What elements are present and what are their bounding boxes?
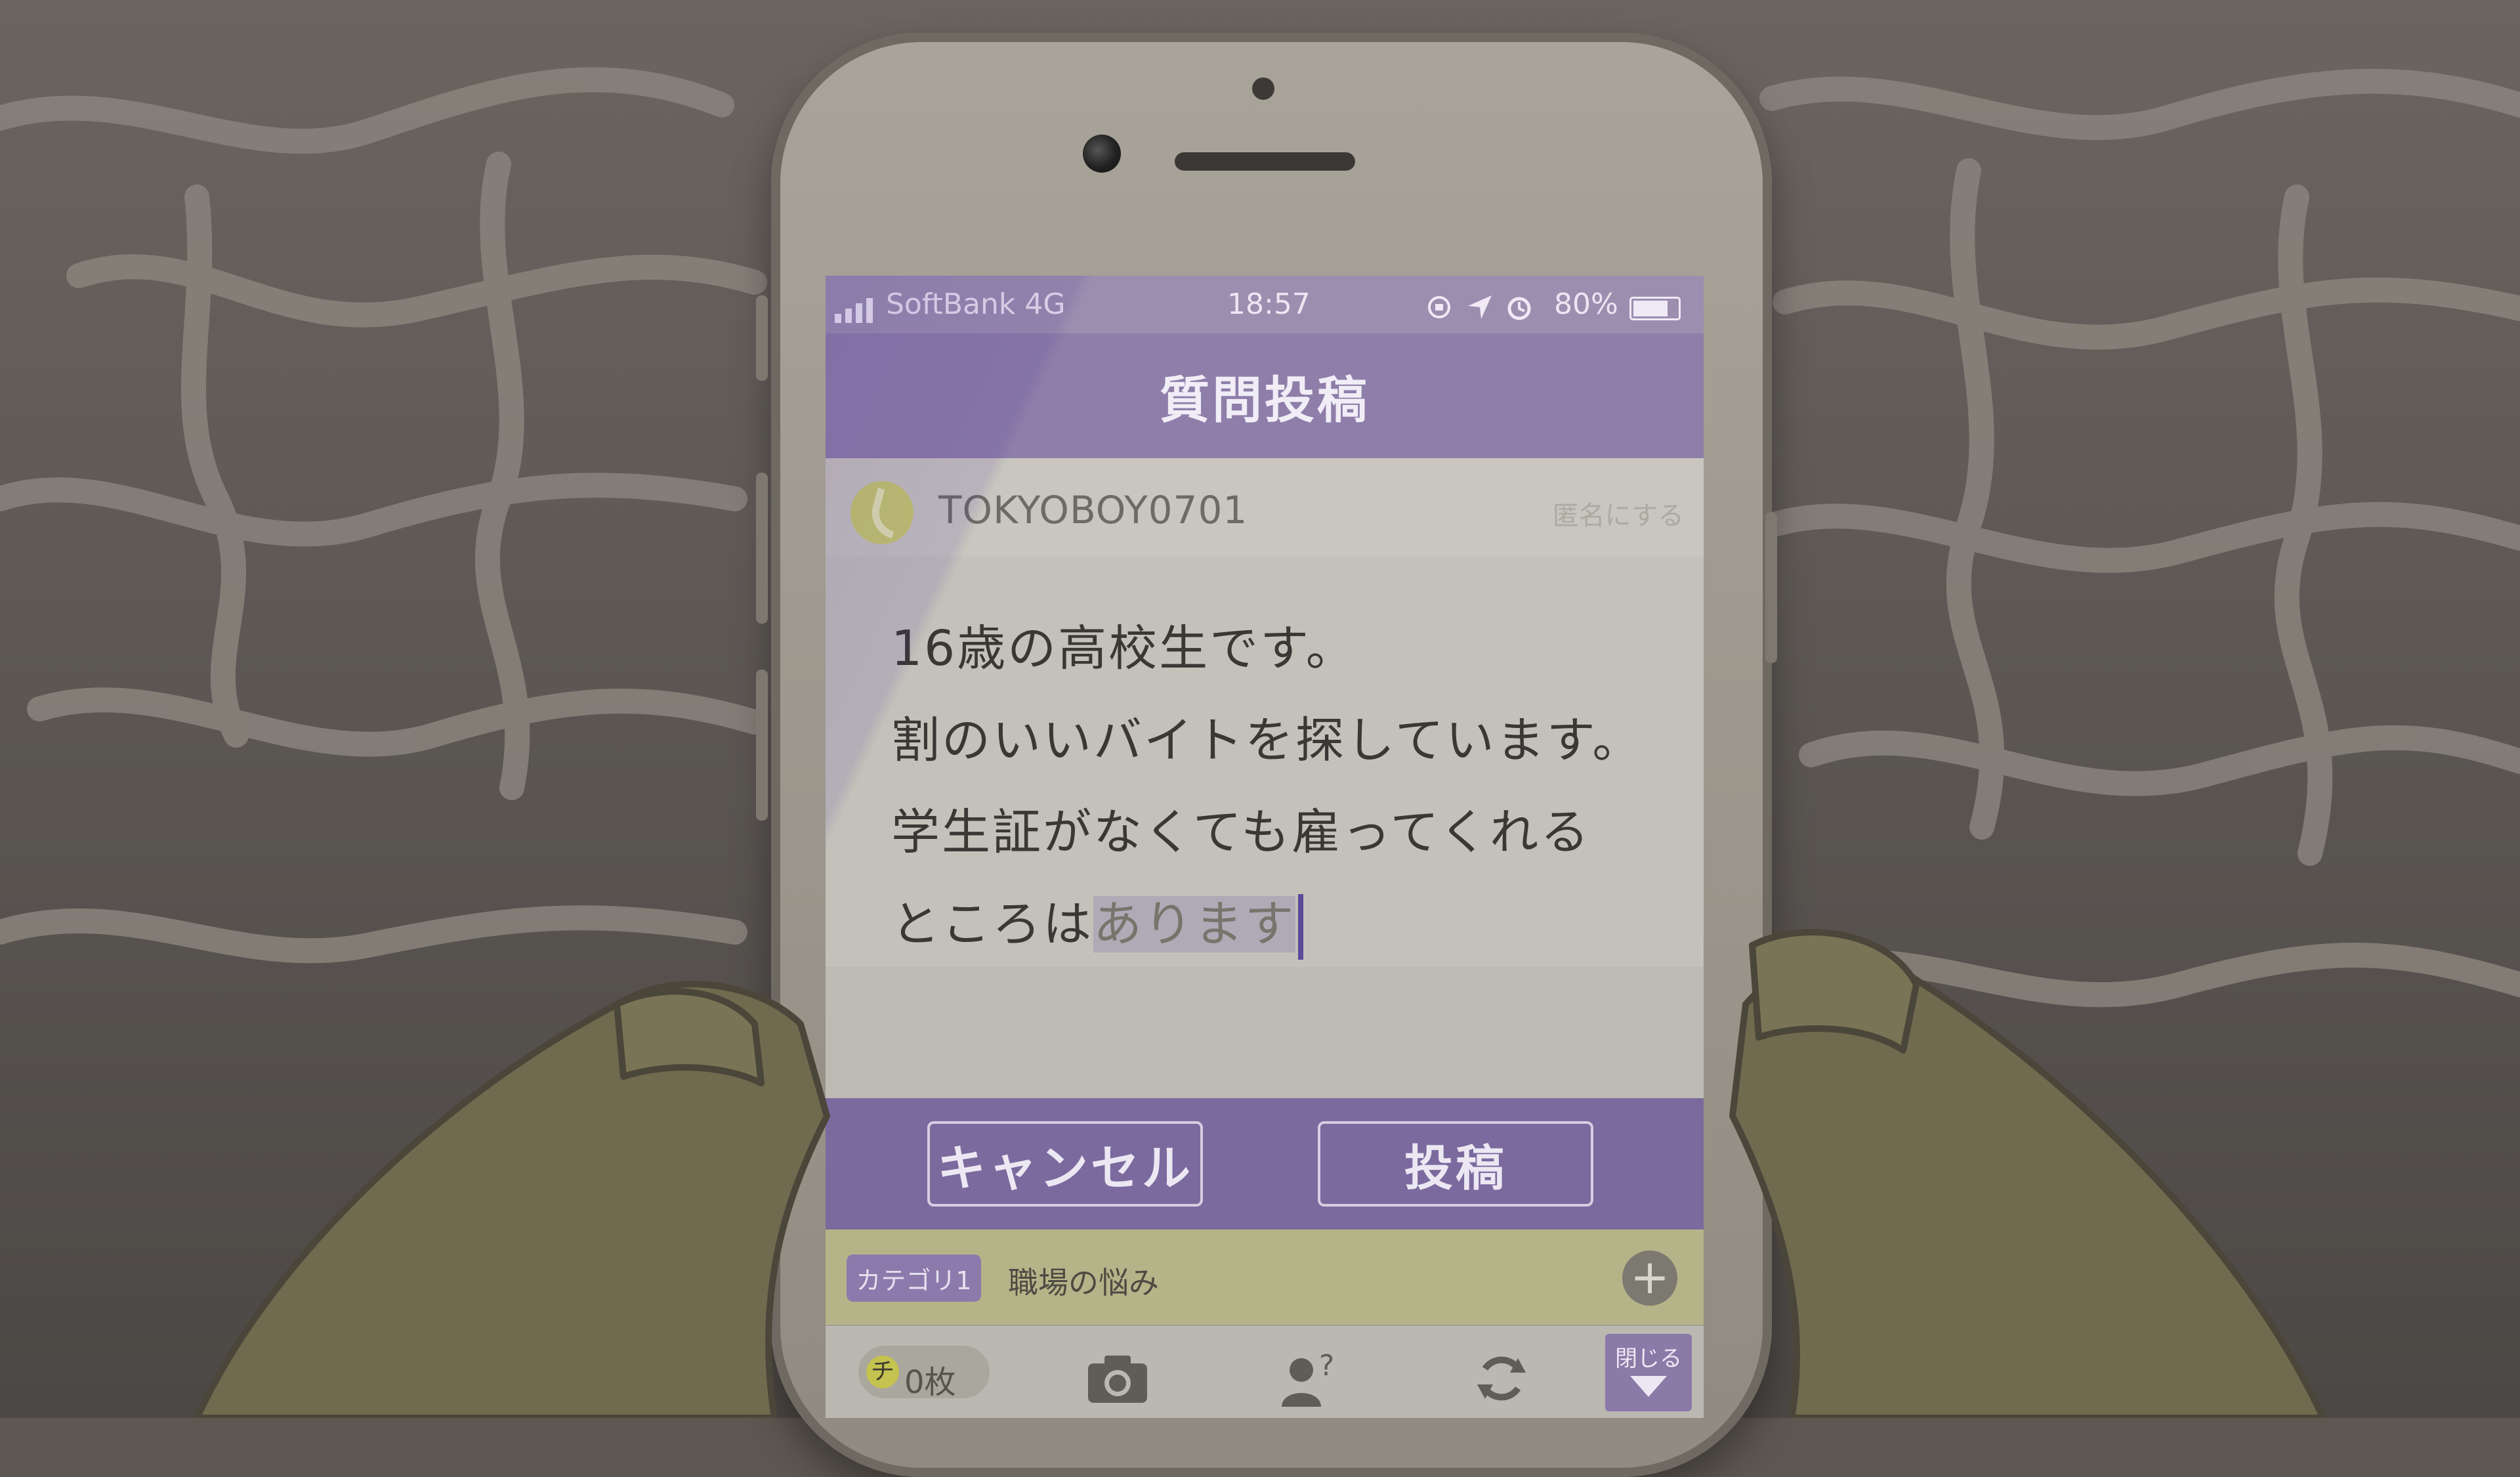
chevron-down-icon [1630, 1376, 1667, 1397]
close-label: 閉じる [1615, 1346, 1682, 1372]
coin-count-label: 0枚 [904, 1364, 956, 1401]
location-icon [1468, 295, 1492, 319]
question-textarea[interactable]: 16歳の高校生です。 割のいいバイトを探しています。 学生証がなくても雇ってくれ… [826, 557, 1704, 967]
volume-button [756, 670, 768, 821]
question-line: 16歳の高校生です。 [891, 620, 1356, 677]
committed-text: ところは [891, 896, 1093, 953]
text-cursor [1298, 894, 1303, 960]
camera-icon[interactable] [1082, 1349, 1154, 1408]
action-bar: キャンセル 投稿 [826, 1098, 1704, 1230]
close-panel-button[interactable]: 閉じる [1605, 1334, 1692, 1411]
user-question-icon[interactable]: ? [1272, 1349, 1344, 1408]
question-line: ところはあります [891, 885, 1303, 960]
status-bar: SoftBank 4G 18:57 80% [826, 276, 1704, 333]
post-button[interactable]: 投稿 [1318, 1121, 1593, 1207]
category-value[interactable]: 職場の悩み [1008, 1259, 1159, 1302]
avatar [850, 481, 914, 544]
user-row: TOKYOBOY0701 匿名にする [826, 458, 1704, 559]
alarm-icon [1507, 297, 1531, 320]
carrier-label: SoftBank 4G [886, 288, 1066, 321]
category-tag: カテゴリ1 [847, 1254, 981, 1302]
volume-button [756, 473, 768, 624]
clock: 18:57 [1227, 288, 1311, 321]
earpiece-speaker [1175, 152, 1355, 171]
cancel-button[interactable]: キャンセル [927, 1121, 1203, 1207]
refresh-icon[interactable] [1465, 1349, 1538, 1408]
proximity-sensor [1252, 77, 1274, 100]
lock-rotation-icon [1428, 296, 1450, 318]
bottom-toolbar: チ 0枚 ? 閉じる [826, 1325, 1704, 1418]
signal-icon [835, 295, 881, 323]
battery-percent: 80% [1554, 288, 1618, 321]
coin-icon: チ [866, 1356, 899, 1388]
category-row: カテゴリ1 職場の悩み + [826, 1230, 1704, 1325]
anonymous-toggle[interactable]: 匿名にする [1553, 494, 1684, 532]
page-title: 質問投稿 [826, 333, 1704, 458]
coin-count-button[interactable]: チ 0枚 [858, 1346, 990, 1401]
volume-button [756, 295, 768, 381]
question-line: 学生証がなくても雇ってくれる [891, 804, 1591, 861]
plus-icon[interactable]: + [1622, 1251, 1677, 1306]
username: TOKYOBOY0701 [938, 488, 1248, 532]
power-button [1765, 512, 1777, 663]
question-line: 割のいいバイトを探しています。 [891, 712, 1643, 769]
battery-icon [1629, 297, 1681, 320]
ime-composing-text: あります [1093, 896, 1295, 953]
svg-text:?: ? [1319, 1349, 1334, 1382]
phone-screen: SoftBank 4G 18:57 80% 質問投稿 TOKYOBOY0701 … [826, 276, 1704, 1418]
front-camera [1083, 135, 1121, 173]
